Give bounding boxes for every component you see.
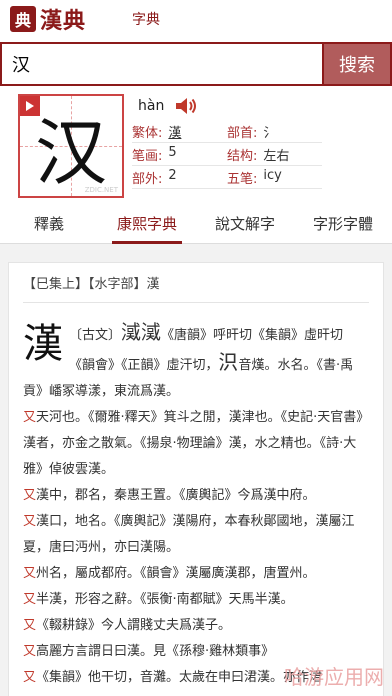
app-header: 典 漢典 字典 [0, 0, 392, 38]
kangxi-card: 【巳集上】【水字部】漢 漢 〔古文〕㵄㵄《唐韻》呼旰切《集韻》虛旰切《韻會》《正… [8, 262, 384, 696]
pinyin: hàn [138, 98, 165, 114]
search-button[interactable]: 搜索 [324, 44, 390, 84]
content-area: 【巳集上】【水字部】漢 漢 〔古文〕㵄㵄《唐韻》呼旰切《集韻》虛旰切《韻會》《正… [0, 244, 392, 696]
tab-kangxi[interactable]: 康熙字典 [98, 204, 196, 244]
marker-you: 又 [23, 514, 37, 529]
text-segment: 漢中，郡名，秦惠王置。《廣輿記》今爲漢中府。 [36, 488, 316, 503]
kangxi-text: 漢 〔古文〕㵄㵄《唐韻》呼旰切《集韻》虛旰切《韻會》《正韻》虛汗切，𣲵音熯。水名… [23, 303, 369, 691]
structure-value: 左右 [263, 148, 290, 164]
radical-value: 氵 [263, 125, 277, 141]
speaker-icon[interactable] [174, 96, 198, 116]
text-segment: 《唐韻》呼旰切《集韻》虛 [161, 328, 318, 343]
marker-you: 又 [23, 592, 37, 607]
marker-you: 又 [23, 566, 37, 581]
field-label: 部外: [132, 171, 163, 187]
inline-glyph: 𣲵 [218, 350, 239, 374]
field-label: 结构: [227, 148, 258, 164]
text-segment: 《輟耕錄》今人謂賤丈夫爲漢子。 [36, 618, 232, 633]
card-header: 【巳集上】【水字部】漢 [23, 263, 369, 303]
tab-bar: 釋義 康熙字典 說文解字 字形字體 [0, 204, 392, 244]
logo-mark: 典 [10, 6, 36, 32]
search-bar: 搜索 [0, 42, 392, 86]
character-info: 繁体: 漢 部首: 氵 笔画: 5 结构: 左右 部外: 2 五笔: icy [132, 120, 322, 189]
site-watermark: 哈游应用网 [284, 665, 384, 689]
text-segment: 天河也。《爾雅·釋天》箕斗之閒，漢津也。《史記·天官書》漢者，亦金之散氣。《揚泉… [23, 410, 363, 477]
info-row: 繁体: 漢 部首: 氵 [132, 120, 322, 143]
marker-you: 又 [23, 644, 37, 659]
tab-glyph-forms[interactable]: 字形字體 [294, 204, 392, 243]
logo-text: 漢典 [40, 8, 87, 34]
info-row: 笔画: 5 结构: 左右 [132, 143, 322, 166]
character-watermark: ZDIC.NET [84, 186, 118, 194]
text-segment: 半漢，形容之辭。《張衡·南都賦》天馬半漢。 [36, 592, 294, 607]
field-label: 繁体: [132, 125, 163, 141]
text-segment: 高麗方言謂日曰漢。見《孫穆·雞林類事》 [36, 644, 275, 659]
tab-shuowen[interactable]: 說文解字 [196, 204, 294, 243]
text-segment: 州名，屬成都府。《韻會》漢屬廣漢郡，唐置州。 [36, 566, 316, 581]
info-row: 部外: 2 五笔: icy [132, 166, 322, 189]
field-label: 五笔: [227, 171, 258, 187]
text-segment: 漢口，地名。《廣輿記》漢陽府，本春秋鄖國地，漢屬江夏，唐曰沔州，亦曰漢陽。 [23, 514, 355, 555]
header-subtitle: 字典 [132, 12, 161, 28]
traditional-link[interactable]: 漢 [168, 122, 181, 141]
field-label: 笔画: [132, 148, 163, 164]
marker-you: 又 [23, 670, 37, 685]
stroke-count: 5 [168, 144, 177, 160]
play-stroke-icon[interactable] [20, 96, 40, 116]
text-segment: 《集韻》他干切，音灘。太歲在申曰涒漢。亦作涒 [36, 670, 323, 685]
tab-definition[interactable]: 釋義 [0, 204, 98, 243]
entry-char: 漢 [23, 321, 63, 367]
app-logo: 典 漢典 [10, 3, 86, 35]
ancient-glyphs: 㵄㵄 [121, 320, 162, 344]
marker-you: 又 [23, 618, 37, 633]
character-display: 汉 ZDIC.NET [18, 94, 124, 198]
external-strokes: 2 [168, 167, 177, 183]
field-label: 部首: [227, 125, 258, 141]
wubi-code: icy [263, 167, 282, 183]
marker-you: 又 [23, 410, 37, 425]
search-input[interactable] [2, 44, 322, 84]
marker-you: 又 [23, 488, 37, 503]
text-segment: 〔古文〕 [69, 328, 122, 343]
